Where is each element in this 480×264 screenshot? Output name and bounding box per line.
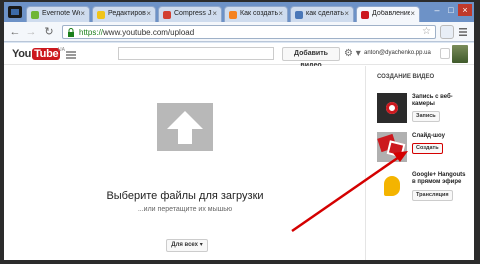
tab-title: Compress JPE <box>174 10 212 17</box>
minimize-icon[interactable]: – <box>430 4 444 16</box>
tab-howto-make[interactable]: как сделать с × <box>290 6 354 22</box>
youtube-page: YouTube UA Добавить видео ⚙ ▾ anton@dyac… <box>4 43 474 260</box>
close-window-icon[interactable]: × <box>458 4 472 16</box>
tab-title: Evernote Web <box>42 10 80 17</box>
compress-favicon-icon <box>163 11 171 19</box>
hangouts-label: Google+ Hangouts в прямом эфире <box>412 172 466 185</box>
tab-editor[interactable]: Редактирован × <box>92 6 156 22</box>
address-bar[interactable]: https://www.youtube.com/upload ☆ <box>62 25 436 39</box>
record-button[interactable]: Запись <box>412 111 440 122</box>
evernote-favicon-icon <box>31 11 39 19</box>
settings-menu-icon[interactable] <box>456 25 470 39</box>
maximize-icon[interactable]: □ <box>444 4 458 16</box>
hangouts-icon <box>377 172 407 202</box>
region-label: UA <box>58 47 65 53</box>
tab-compress[interactable]: Compress JPE × <box>158 6 222 22</box>
upload-video-button[interactable]: Добавить видео <box>282 47 340 69</box>
window-frame: Evernote Web × Редактирован × Compress J… <box>0 0 480 264</box>
upload-title[interactable]: Выберите файлы для загрузки <box>4 190 366 202</box>
slideshow-icon <box>377 132 407 162</box>
slideshow-label: Слайд-шоу <box>412 133 445 139</box>
page-favicon-icon <box>295 11 303 19</box>
guide-menu-icon[interactable] <box>66 51 76 59</box>
search-input[interactable] <box>118 47 274 60</box>
tab-close-icon[interactable]: × <box>80 9 85 18</box>
url-text: https://www.youtube.com/upload <box>79 28 195 37</box>
create-slideshow-button[interactable]: Создать <box>412 143 443 154</box>
privacy-dropdown[interactable]: Для всех ▾ <box>166 239 208 252</box>
webcam-record-icon <box>377 93 407 123</box>
upload-arrow-icon[interactable] <box>157 103 213 151</box>
reload-icon[interactable]: ↻ <box>42 25 56 39</box>
tab-close-icon[interactable]: × <box>212 9 217 18</box>
avatar[interactable] <box>452 45 468 63</box>
tab-evernote[interactable]: Evernote Web × <box>26 6 90 22</box>
browser-toolbar: ← → ↻ https://www.youtube.com/upload ☆ <box>4 22 474 42</box>
broadcast-button[interactable]: Трансляция <box>412 190 453 201</box>
panel-title: СОЗДАНИЕ ВИДЕО <box>377 74 435 80</box>
bookmark-star-icon[interactable]: ☆ <box>422 26 431 37</box>
upload-drop-zone[interactable]: Выберите файлы для загрузки ...или перет… <box>4 66 366 260</box>
rss-favicon-icon <box>229 11 237 19</box>
tab-title: как сделать с <box>306 10 344 17</box>
lock-icon <box>68 28 74 37</box>
tab-close-icon[interactable]: × <box>278 9 283 18</box>
webcam-label: Запись с веб-камеры <box>412 94 453 107</box>
forward-icon[interactable]: → <box>24 25 38 39</box>
browser-window: Evernote Web × Редактирован × Compress J… <box>4 2 474 260</box>
editor-favicon-icon <box>97 11 105 19</box>
youtube-favicon-icon <box>361 11 369 19</box>
tab-howto-create[interactable]: Как создать с × <box>224 6 288 22</box>
youtube-header: YouTube UA Добавить видео ⚙ ▾ anton@dyac… <box>4 43 474 69</box>
notifications-icon[interactable] <box>440 48 450 59</box>
tab-title: Редактирован <box>108 10 146 17</box>
tab-youtube-upload[interactable]: Добавление с × <box>356 6 420 23</box>
tab-title: Как создать с <box>240 10 278 17</box>
tab-close-icon[interactable]: × <box>410 9 415 18</box>
app-menu-icon[interactable] <box>8 6 22 18</box>
upload-subtitle: ...или перетащите их мышью <box>137 206 233 213</box>
back-icon[interactable]: ← <box>8 25 22 39</box>
user-email[interactable]: anton@dyachenko.pp.ua <box>364 50 431 56</box>
tab-close-icon[interactable]: × <box>146 9 151 18</box>
tab-strip: Evernote Web × Редактирован × Compress J… <box>4 2 474 23</box>
create-video-panel: СОЗДАНИЕ ВИДЕО Запись с веб-камеры Запис… <box>367 66 474 260</box>
youtube-logo[interactable]: You Tube <box>12 48 61 60</box>
extension-icon[interactable] <box>440 25 454 39</box>
tab-close-icon[interactable]: × <box>344 9 349 18</box>
settings-gear-icon[interactable]: ⚙ ▾ <box>344 47 364 61</box>
tab-title: Добавление с <box>372 10 410 17</box>
